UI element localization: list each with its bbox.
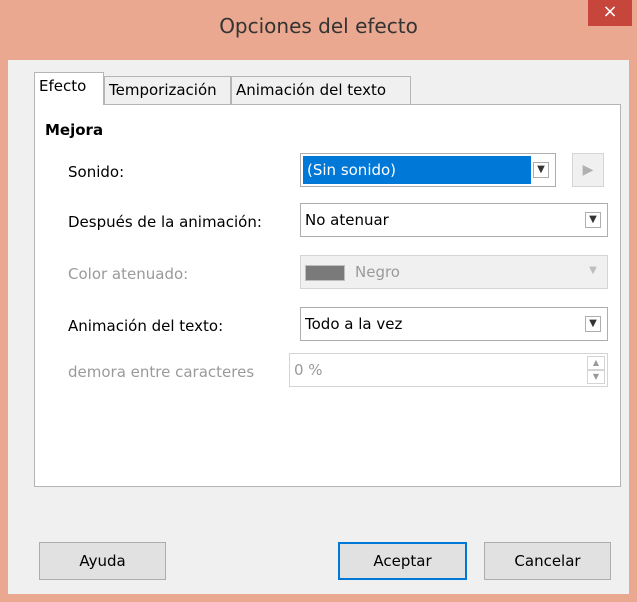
- text-animation-value: Todo a la vez: [305, 315, 403, 333]
- text-animation-label: Animación del texto:: [68, 317, 224, 335]
- group-title-mejora: Mejora: [45, 121, 104, 139]
- cancel-button[interactable]: Cancelar: [484, 542, 611, 580]
- spin-down-icon[interactable]: ▼: [587, 370, 605, 384]
- tab-panel-efecto: Mejora Sonido: (Sin sonido) ▼ ▶ Después …: [34, 104, 621, 487]
- char-delay-label: demora entre caracteres: [68, 363, 255, 381]
- tab-efecto[interactable]: Efecto: [34, 72, 104, 105]
- char-delay-value: 0 %: [294, 361, 323, 379]
- text-animation-select[interactable]: Todo a la vez ▼: [300, 307, 608, 341]
- tab-temporizacion[interactable]: Temporización: [104, 76, 231, 104]
- window-title: Opciones del efecto: [219, 14, 418, 38]
- dim-color-label: Color atenuado:: [68, 265, 189, 283]
- close-icon: ×: [602, 1, 618, 22]
- chevron-down-icon[interactable]: ▼: [585, 316, 601, 332]
- help-button[interactable]: Ayuda: [39, 542, 166, 580]
- play-sound-button[interactable]: ▶: [572, 153, 604, 187]
- effect-options-dialog: Opciones del efecto × Efecto Temporizaci…: [0, 0, 637, 602]
- dim-color-select[interactable]: Negro ▼: [300, 255, 608, 289]
- color-swatch: [305, 264, 345, 281]
- sound-label: Sonido:: [68, 163, 125, 181]
- play-icon: ▶: [582, 162, 594, 178]
- dialog-body: Efecto Temporización Animación del texto…: [8, 60, 629, 594]
- sound-value: (Sin sonido): [303, 156, 531, 184]
- chevron-down-icon[interactable]: ▼: [585, 212, 601, 228]
- after-animation-select[interactable]: No atenuar ▼: [300, 203, 608, 237]
- after-animation-value: No atenuar: [305, 211, 389, 229]
- dim-color-value: Negro: [305, 263, 400, 281]
- ok-button[interactable]: Aceptar: [338, 542, 467, 580]
- spin-up-icon[interactable]: ▲: [587, 356, 605, 370]
- tab-animacion-texto[interactable]: Animación del texto: [231, 76, 411, 104]
- title-bar: Opciones del efecto ×: [0, 0, 637, 60]
- chevron-down-icon[interactable]: ▼: [533, 162, 549, 178]
- dim-color-text: Negro: [355, 263, 400, 281]
- chevron-down-icon[interactable]: ▼: [585, 264, 601, 280]
- char-delay-spinner[interactable]: 0 % ▲ ▼: [289, 353, 608, 387]
- sound-select[interactable]: (Sin sonido) ▼: [300, 153, 556, 187]
- after-animation-label: Después de la animación:: [68, 213, 262, 231]
- close-button[interactable]: ×: [588, 0, 632, 26]
